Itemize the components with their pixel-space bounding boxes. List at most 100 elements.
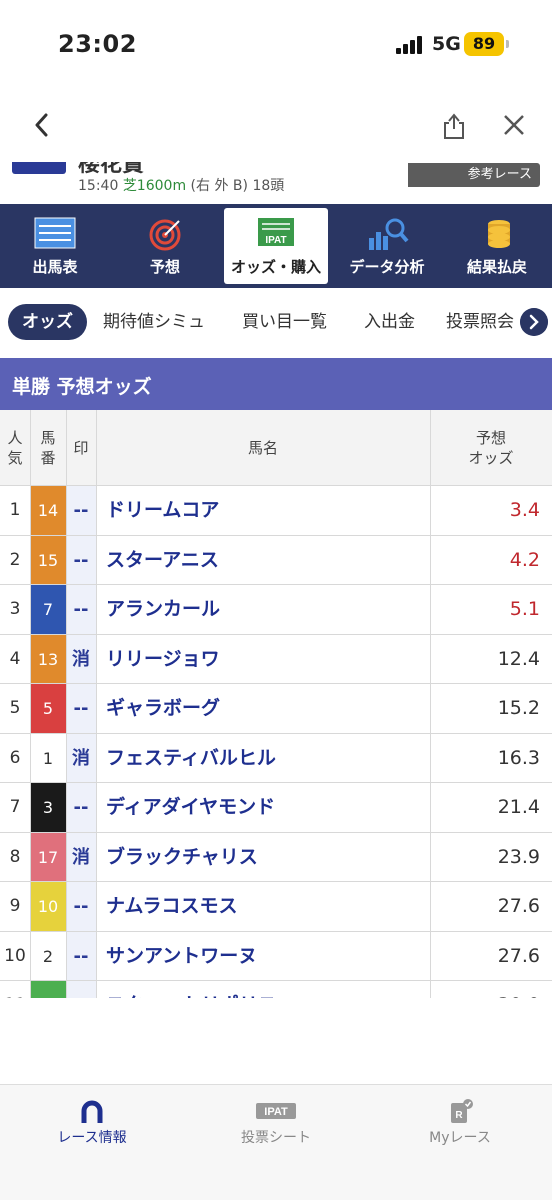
header-number: 馬 番 [40,429,56,467]
mark-cell[interactable]: -- [66,783,96,832]
mark-cell[interactable]: -- [66,981,96,998]
horse-name-link[interactable]: スターートリポリス [106,981,277,998]
coins-icon [488,220,510,248]
tab-data-analysis-label: データ分析 [349,258,425,276]
ipat-icon: IPAT [258,218,294,246]
popularity-cell: 5 [9,698,21,718]
odds-cell: 12.4 [497,647,540,670]
header-odds: 予想 オッズ [468,429,514,467]
mark-cell[interactable]: -- [66,585,96,634]
horse-name-link[interactable]: サンアントワーヌ [106,932,257,981]
popularity-cell: 4 [9,648,21,669]
table-row[interactable]: 11 -- スターートリポリス 30.0 [0,981,552,998]
status-bar: 23:02 5G 89 [0,0,552,90]
horse-name-link[interactable]: ギャラボーグ [106,684,220,733]
table-row[interactable]: 8 17 消ブラックチャリス 23.9 [0,832,552,882]
table-row[interactable]: 9 10 -- ナムラコスモス 27.6 [0,882,552,932]
popularity-cell: 2 [9,549,21,570]
popularity-cell: 6 [9,747,21,768]
bottom-tab-vote-sheet[interactable]: IPAT 投票シート [184,1097,368,1157]
tab-results-payouts[interactable]: 結果払戻 [444,208,550,284]
race-info: 15:40 芝1600m (右 外 B) 18頭 [78,175,284,195]
horse-name-link[interactable]: ドリームコア [106,486,219,535]
target-icon [149,219,181,251]
navigation-bar [0,90,552,162]
table-row[interactable]: 2 15 -- スターアニス 4.2 [0,535,552,585]
subtab-bet-list[interactable]: 買い目一覧 [242,304,327,340]
table-row[interactable]: 1 14 -- ドリームコア 3.4 [0,486,552,536]
tab-odds-purchase[interactable]: IPAT オッズ・購入 [224,208,328,284]
horse-number-cell: 17 [30,832,66,881]
popularity-cell: 10 [4,945,26,966]
horse-name-link[interactable]: フェスティバルヒル [106,734,276,783]
horse-name-link[interactable]: リリージョワ [106,635,220,684]
table-row[interactable]: 7 3 -- ディアダイヤモンド 21.4 [0,783,552,833]
mark-cell[interactable]: -- [66,931,96,980]
battery-icon: 89 [464,32,504,56]
network-type: 5G [432,33,461,55]
race-grade-badge [12,162,66,174]
header-horse-name: 馬名 [247,439,278,457]
table-row[interactable]: 10 2 -- サンアントワーヌ 27.6 [0,931,552,981]
mark-cell[interactable]: -- [66,486,96,535]
sub-tab-bar: オッズ 期待値シミュ 買い目一覧 入出金 投票照会 [0,288,552,358]
horse-number-cell: 3 [30,783,66,832]
horse-name-link[interactable]: ナムラコスモス [106,882,237,931]
odds-cell: 27.6 [497,944,540,967]
tab-odds-purchase-label: オッズ・購入 [230,258,321,276]
odds-table: 人 気 馬 番 印 馬名 予想 オッズ 1 14 -- ドリームコア 3.4 2 15 -- ス… [0,410,552,998]
status-time: 23:02 [58,30,137,58]
column-divider [96,410,97,998]
close-icon[interactable] [500,108,528,142]
tab-results-payouts-label: 結果払戻 [466,258,527,276]
tab-entries[interactable]: 出馬表 [2,208,108,284]
table-row[interactable]: 5 5 -- ギャラボーグ 15.2 [0,684,552,734]
subtab-odds[interactable]: オッズ [8,304,87,340]
main-tab-bar: 出馬表 予想 IPAT オッズ・購入 データ分析 結果払戻 [0,204,552,288]
mark-cell[interactable]: -- [66,535,96,584]
odds-cell: 3.4 [509,499,540,521]
table-row[interactable]: 3 7 -- アランカール 5.1 [0,585,552,635]
popularity-cell: 3 [9,599,21,619]
horse-name-link[interactable]: ディアダイヤモンド [106,783,275,832]
popularity-cell: 8 [9,846,21,867]
horse-number-cell: 15 [30,535,66,584]
odds-cell: 16.3 [497,746,540,769]
horse-number-cell [30,981,66,998]
subtab-expected-value-sim[interactable]: 期待値シミュ [103,304,205,340]
table-row[interactable]: 4 13 消リリージョワ 12.4 [0,634,552,684]
tab-data-analysis[interactable]: データ分析 [334,208,440,284]
ipat-sheet-icon: IPAT [256,1103,296,1119]
back-chevron-icon[interactable] [28,108,56,142]
chevron-right-icon[interactable] [520,308,548,336]
mark-cell[interactable]: 消 [66,634,96,683]
bottom-tab-race-info[interactable]: レース情報 [0,1097,184,1157]
horse-name-link[interactable]: ブラックチャリス [106,833,258,882]
race-runners: 18頭 [252,178,285,194]
mark-cell[interactable]: 消 [66,733,96,782]
signal-icon [396,34,424,54]
share-icon[interactable] [440,108,468,142]
battery-tip [506,40,509,48]
entries-icon [34,217,76,249]
odds-cell: 15.2 [497,697,540,719]
horseshoe-icon [81,1100,103,1123]
tab-prediction[interactable]: 予想 [112,208,218,284]
horse-number-cell: 14 [30,486,66,535]
reference-race-button[interactable]: 参考レース [408,163,540,187]
mark-cell[interactable]: -- [66,882,96,931]
subtab-vote-inquiry[interactable]: 投票照会 [446,304,514,340]
mark-cell[interactable]: 消 [66,832,96,881]
odds-cell: 21.4 [497,796,540,818]
column-divider [66,410,67,998]
horse-name-link[interactable]: スターアニス [106,536,219,585]
horse-number-cell: 2 [30,931,66,980]
popularity-cell: 9 [9,896,21,916]
horse-name-link[interactable]: アランカール [106,585,220,634]
subtab-deposit-withdraw[interactable]: 入出金 [364,304,415,340]
bottom-tab-my-race[interactable]: R Myレース [368,1097,552,1157]
mark-cell[interactable]: -- [66,684,96,733]
table-row[interactable]: 6 1 消フェスティバルヒル 16.3 [0,733,552,783]
odds-cell: 5.1 [509,598,540,620]
odds-cell: 4.2 [509,548,540,571]
